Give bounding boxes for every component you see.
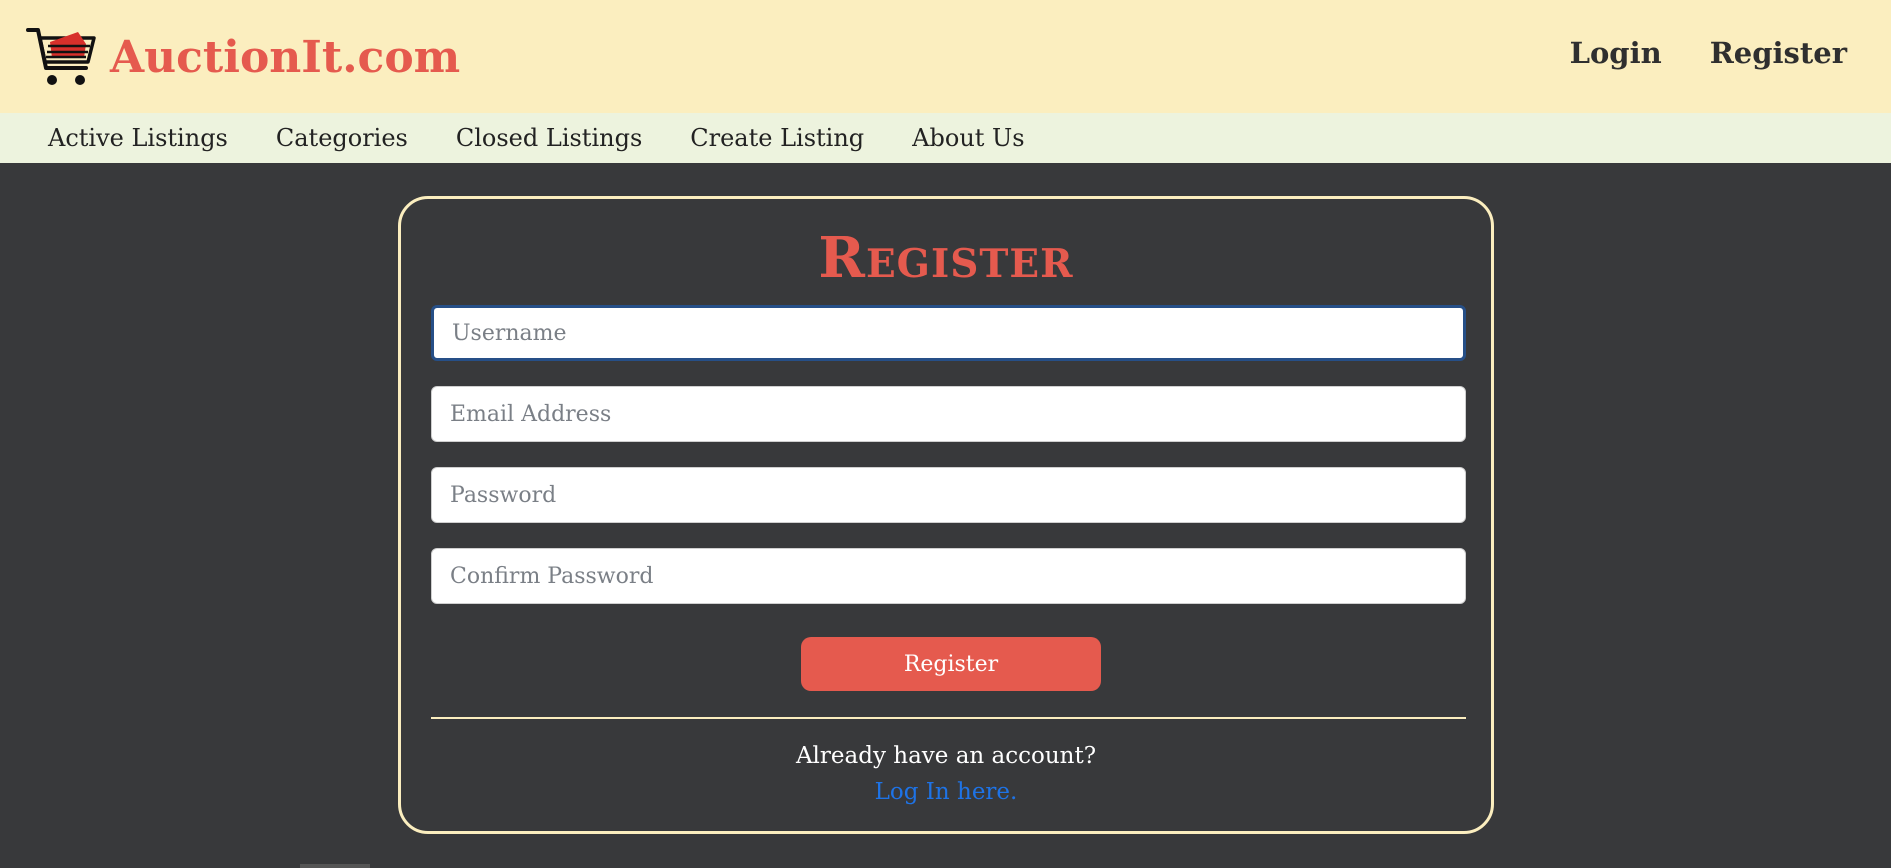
logo[interactable]: AuctionIt.com: [26, 24, 460, 90]
username-input[interactable]: [431, 305, 1466, 361]
email-input[interactable]: [431, 386, 1466, 442]
nav-item-closed-listings[interactable]: Closed Listings: [456, 124, 642, 152]
nav-item-categories[interactable]: Categories: [276, 124, 408, 152]
site-header: AuctionIt.com Login Register: [0, 0, 1891, 113]
login-here-link[interactable]: Log In here.: [401, 779, 1491, 805]
auth-nav: Login Register: [1570, 36, 1847, 70]
scrollbar-thumb[interactable]: [300, 864, 370, 868]
password-input[interactable]: [431, 467, 1466, 523]
already-have-account-text: Already have an account?: [795, 743, 1097, 769]
login-link[interactable]: Login: [1570, 36, 1662, 70]
nav-item-create-listing[interactable]: Create Listing: [690, 124, 864, 152]
shopping-cart-icon: [26, 28, 96, 85]
register-card: Register Register Already have an accoun…: [398, 196, 1494, 834]
register-button[interactable]: Register: [801, 637, 1101, 691]
brand-name: AuctionIt.com: [110, 31, 461, 83]
nav-item-about-us[interactable]: About Us: [912, 124, 1024, 152]
divider: [431, 717, 1466, 719]
register-link[interactable]: Register: [1710, 36, 1847, 70]
confirm-password-input[interactable]: [431, 548, 1466, 604]
nav-item-active-listings[interactable]: Active Listings: [48, 124, 228, 152]
page-title: Register: [818, 225, 1074, 291]
main-nav: Active Listings Categories Closed Listin…: [0, 113, 1891, 163]
